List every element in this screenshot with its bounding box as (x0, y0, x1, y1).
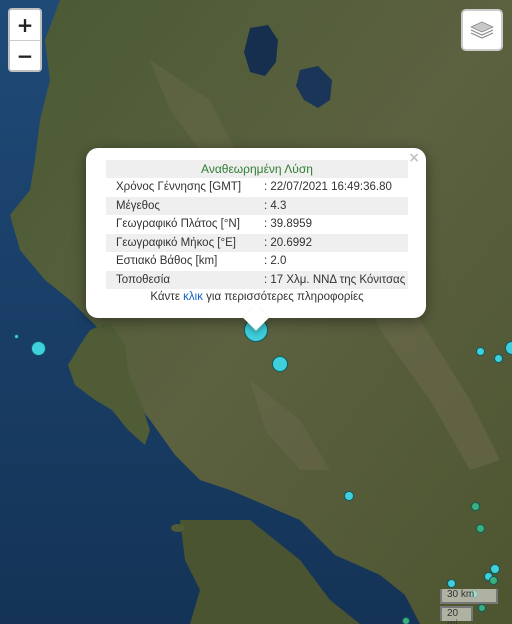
detail-value: : 2.0 (264, 255, 287, 268)
scale-bar: 30 km 20 mi (440, 589, 498, 624)
detail-label: Γεωγραφικό Μήκος [°E] (106, 233, 254, 252)
scale-mi: 20 mi (440, 606, 473, 624)
earthquake-marker[interactable] (31, 341, 46, 356)
detail-row: Γεωγραφικό Πλάτος [°N] : 39.8959 (106, 215, 408, 234)
detail-label: Μέγεθος (106, 196, 254, 215)
detail-value: : 39.8959 (264, 218, 312, 231)
zoom-in-button[interactable]: + (10, 10, 40, 40)
detail-value: : 4.3 (254, 196, 408, 215)
more-info-link[interactable]: κλικ (183, 291, 203, 303)
detail-value: : 20.6992 (254, 233, 408, 252)
detail-row: Μέγεθος: 4.3 (106, 196, 408, 215)
detail-label: Γεωγραφικό Πλάτος [°N] (116, 218, 240, 231)
more-info-line: Κάντε κλικ για περισσότερες πληροφορίες (106, 291, 408, 303)
event-popup: × Αναθεωρημένη Λύση Χρόνος Γέννησης [GMT… (86, 148, 426, 331)
detail-row: Τοποθεσία: 17 Χλμ. ΝΝΔ της Κόνιτσας (106, 270, 408, 289)
zoom-out-button[interactable]: − (10, 40, 40, 70)
detail-row: Εστιακό Βάθος [km] : 2.0 (106, 252, 408, 271)
popup-content: Αναθεωρημένη Λύση Χρόνος Γέννησης [GMT]:… (106, 160, 408, 303)
popup-title: Αναθεωρημένη Λύση (106, 160, 408, 178)
earthquake-marker[interactable] (447, 579, 456, 588)
popup-close-button[interactable]: × (408, 150, 420, 166)
zoom-control: + − (8, 8, 42, 72)
more-info-prefix: Κάντε (150, 291, 184, 303)
earthquake-marker[interactable] (344, 491, 354, 501)
earthquake-marker[interactable] (272, 356, 288, 372)
earthquake-marker[interactable] (489, 576, 498, 585)
earthquake-marker[interactable] (476, 347, 485, 356)
layers-button[interactable] (461, 9, 503, 51)
earthquake-marker[interactable] (476, 524, 485, 533)
earthquake-marker[interactable] (505, 341, 512, 355)
detail-label: Εστιακό Βάθος [km] (116, 255, 218, 268)
earthquake-marker[interactable] (494, 354, 503, 363)
map-view[interactable]: + − × Αναθεωρημένη Λύση Χρόνος Γέννησης … (0, 0, 512, 624)
earthquake-marker[interactable] (14, 334, 19, 339)
earthquake-marker[interactable] (402, 617, 410, 624)
detail-label: Χρόνος Γέννησης [GMT] (116, 181, 242, 194)
detail-row: Γεωγραφικό Μήκος [°E]: 20.6992 (106, 233, 408, 252)
detail-value: : 22/07/2021 16:49:36.80 (264, 181, 392, 194)
scale-km: 30 km (440, 589, 498, 604)
event-details-table: Χρόνος Γέννησης [GMT] : 22/07/2021 16:49:… (106, 178, 408, 289)
detail-label: Τοποθεσία (106, 270, 254, 289)
detail-row: Χρόνος Γέννησης [GMT] : 22/07/2021 16:49:… (106, 178, 408, 197)
detail-value: : 17 Χλμ. ΝΝΔ της Κόνιτσας (254, 270, 408, 289)
layers-stack-icon (470, 21, 494, 39)
earthquake-marker[interactable] (471, 502, 480, 511)
more-info-suffix: για περισσότερες πληροφορίες (202, 291, 364, 303)
